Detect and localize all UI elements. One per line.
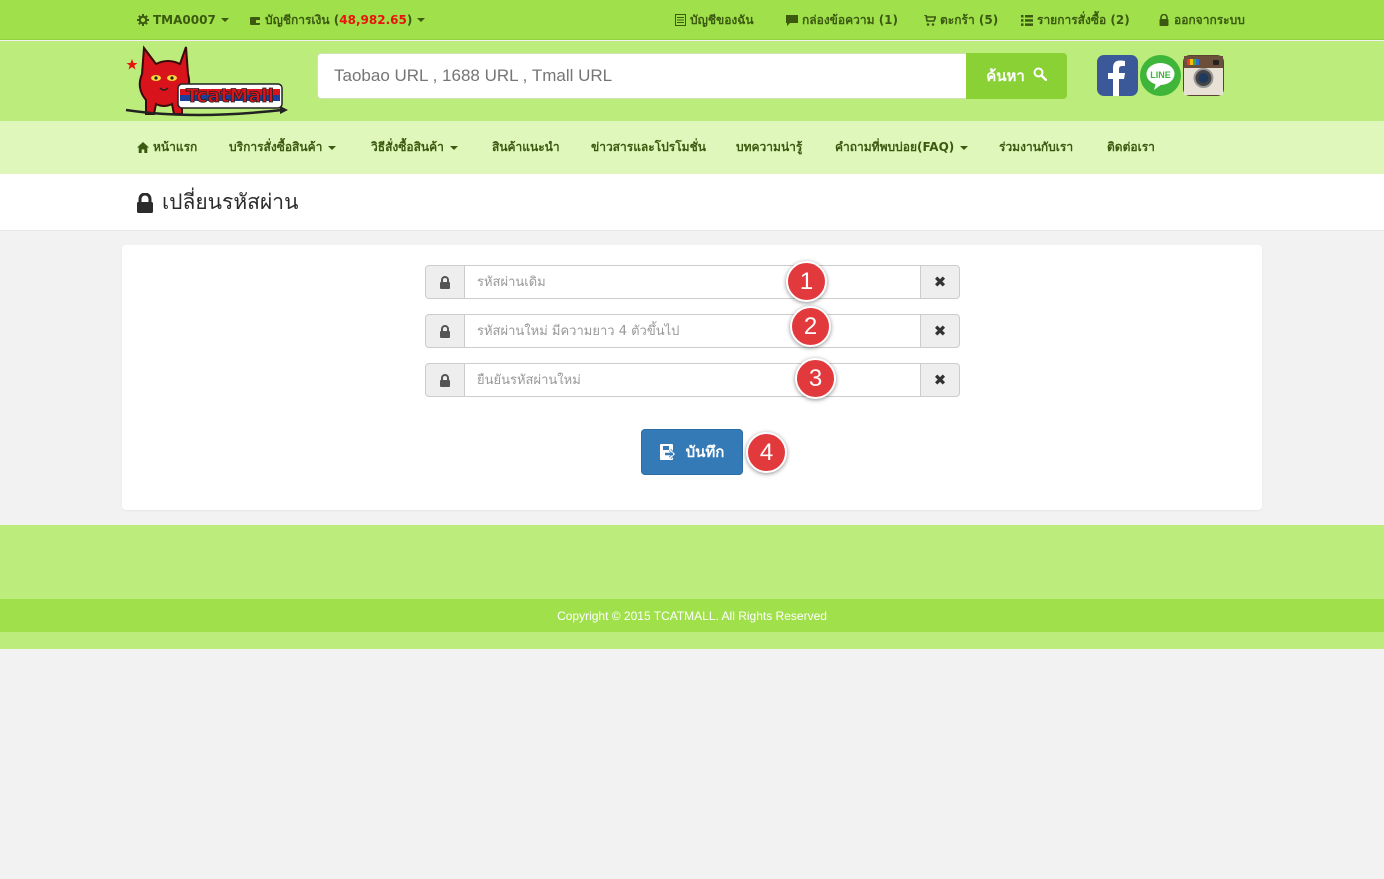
nav-item-careers[interactable]: ร่วมงานกับเรา <box>999 121 1073 174</box>
site-header: TcatMall ค้นหา LINE <box>0 41 1384 121</box>
step-marker-1: 1 <box>786 261 827 302</box>
wallet-menu[interactable]: บัญชีการเงิน (48,982.65) <box>249 0 426 40</box>
wallet-close: ) <box>406 13 413 27</box>
search-button[interactable]: ค้นหา <box>966 53 1067 99</box>
page-title: เปลี่ยนรหัสผ่าน <box>136 174 298 231</box>
facebook-icon[interactable] <box>1097 55 1138 96</box>
user-menu[interactable]: TMA0007 <box>137 0 229 40</box>
user-id: TMA0007 <box>153 13 216 27</box>
close-icon: ✖ <box>933 371 947 389</box>
chevron-down-icon <box>960 145 969 150</box>
nav-label: วิธีสั่งซื้อสินค้า <box>371 140 444 154</box>
orders-link[interactable]: รายการสั่งซื้อ (2) <box>1021 0 1130 40</box>
nav-item-how-to-order[interactable]: วิธีสั่งซื้อสินค้า <box>371 121 458 174</box>
comment-icon <box>786 14 798 26</box>
wallet-icon <box>249 14 261 26</box>
cart-icon <box>924 14 936 26</box>
main-nav: หน้าแรก บริการสั่งซื้อสินค้า วิธีสั่งซื้… <box>0 121 1384 174</box>
nav-item-order-service[interactable]: บริการสั่งซื้อสินค้า <box>229 121 337 174</box>
nav-item-home[interactable]: หน้าแรก <box>137 121 197 174</box>
messages-link[interactable]: กล่องข้อความ (1) <box>786 0 898 40</box>
save-icon <box>659 444 680 460</box>
close-icon: ✖ <box>933 273 947 291</box>
nav-label: ข่าวสารและโปรโมชั่น <box>591 140 706 154</box>
nav-label: ติดต่อเรา <box>1107 140 1155 154</box>
my-account-link[interactable]: บัญชีของฉัน <box>674 0 754 40</box>
chevron-down-icon <box>328 145 337 150</box>
footer-bottom-strip <box>0 632 1384 649</box>
nav-label: บทความน่ารู้ <box>736 140 803 154</box>
confirm-password-field: ✖ <box>425 363 960 397</box>
home-icon <box>137 142 149 153</box>
nav-item-news[interactable]: ข่าวสารและโปรโมชั่น <box>591 121 706 174</box>
svg-text:LINE: LINE <box>1150 70 1171 80</box>
list-icon <box>1021 14 1033 26</box>
old-password-field: ✖ <box>425 265 960 299</box>
line-icon[interactable]: LINE <box>1140 55 1181 96</box>
cart-link[interactable]: ตะกร้า (5) <box>924 0 998 40</box>
nav-item-contact[interactable]: ติดต่อเรา <box>1107 121 1155 174</box>
site-logo[interactable]: TcatMall <box>122 44 288 118</box>
close-icon: ✖ <box>933 322 947 340</box>
step-marker-3: 3 <box>795 358 836 399</box>
clear-old-password-button[interactable]: ✖ <box>920 265 960 299</box>
nav-label: คำถามที่พบบ่อย(FAQ) <box>835 140 955 154</box>
logo-text: TcatMall <box>186 85 274 107</box>
nav-item-faq[interactable]: คำถามที่พบบ่อย(FAQ) <box>835 121 969 174</box>
lock-icon <box>425 363 465 397</box>
search-button-label: ค้นหา <box>986 67 1025 85</box>
new-password-input[interactable] <box>464 314 921 348</box>
nav-label: หน้าแรก <box>153 140 198 154</box>
chevron-down-icon <box>449 145 458 150</box>
old-password-input[interactable] <box>464 265 921 299</box>
clear-confirm-password-button[interactable]: ✖ <box>920 363 960 397</box>
save-button[interactable]: บันทึก <box>641 429 743 475</box>
copyright-text: Copyright © 2015 TCATMALL. All Rights Re… <box>557 608 827 623</box>
chevron-down-icon <box>220 18 229 22</box>
nav-item-articles[interactable]: บทความน่ารู้ <box>736 121 802 174</box>
search-input[interactable] <box>317 53 967 99</box>
list-alt-icon <box>674 14 686 26</box>
step-marker-2: 2 <box>790 306 831 347</box>
confirm-password-input[interactable] <box>464 363 921 397</box>
new-password-field: ✖ <box>425 314 960 348</box>
instagram-icon[interactable] <box>1183 55 1224 96</box>
footer-bar: Copyright © 2015 TCATMALL. All Rights Re… <box>0 599 1384 632</box>
cart-label: ตะกร้า (5) <box>940 12 999 27</box>
wallet-label: บัญชีการเงิน ( <box>265 12 340 27</box>
search-icon <box>1033 67 1047 85</box>
nav-item-recommended[interactable]: สินค้าแนะนำ <box>492 121 560 174</box>
orders-label: รายการสั่งซื้อ (2) <box>1037 12 1130 27</box>
save-button-label: บันทึก <box>685 443 725 461</box>
chevron-down-icon <box>417 18 426 22</box>
messages-label: กล่องข้อความ (1) <box>802 12 899 27</box>
page-title-text: เปลี่ยนรหัสผ่าน <box>162 190 299 214</box>
step-marker-4: 4 <box>746 432 787 473</box>
wallet-amount: 48,982.65 <box>339 13 407 27</box>
lock-icon <box>425 265 465 299</box>
logout-label: ออกจากระบบ <box>1174 12 1245 27</box>
nav-label: สินค้าแนะนำ <box>492 140 560 154</box>
top-bar: TMA0007 บัญชีการเงิน (48,982.65) บัญชีขอ… <box>0 0 1384 40</box>
logout-link[interactable]: ออกจากระบบ <box>1158 0 1245 40</box>
gear-icon <box>137 14 149 26</box>
lock-icon <box>136 192 154 213</box>
title-band: เปลี่ยนรหัสผ่าน <box>0 174 1384 231</box>
lock-icon <box>425 314 465 348</box>
nav-label: บริการสั่งซื้อสินค้า <box>229 140 323 154</box>
my-account-label: บัญชีของฉัน <box>690 12 754 27</box>
nav-label: ร่วมงานกับเรา <box>999 140 1074 154</box>
lock-icon <box>1158 14 1170 26</box>
clear-new-password-button[interactable]: ✖ <box>920 314 960 348</box>
footer-area <box>0 525 1384 599</box>
